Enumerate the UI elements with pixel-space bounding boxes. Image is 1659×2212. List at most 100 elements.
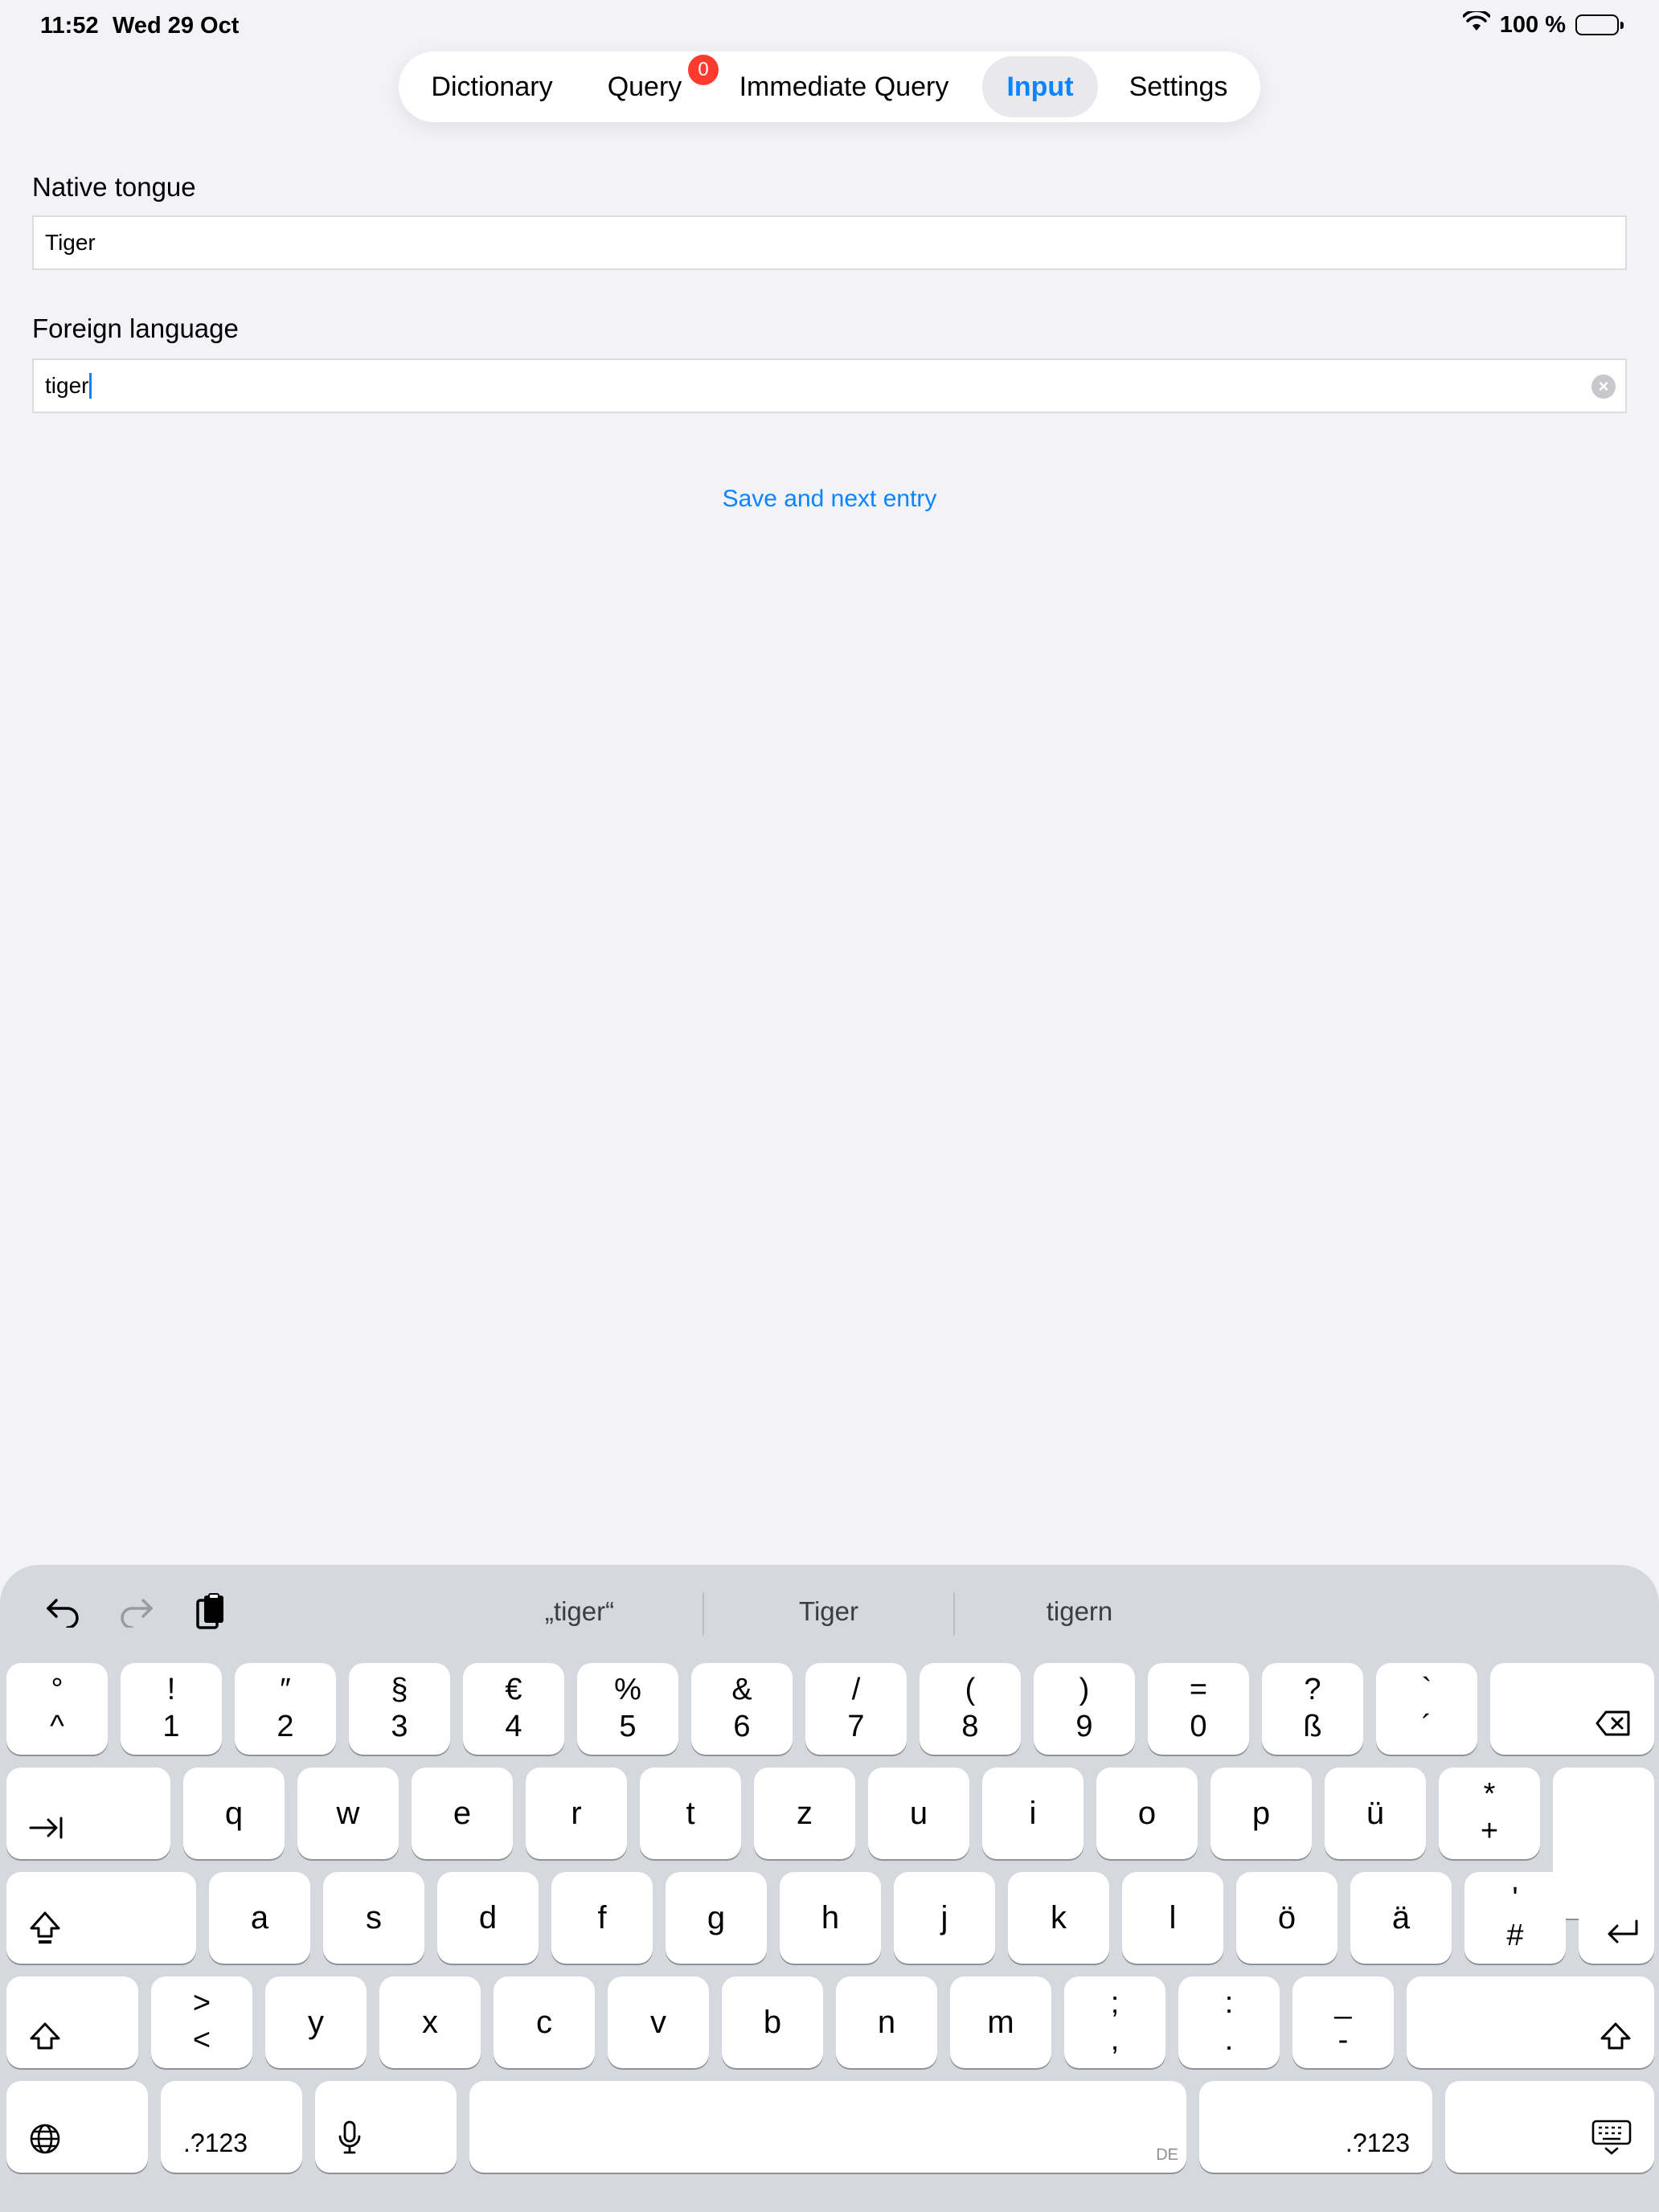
key-u-umlaut[interactable]: ü: [1325, 1768, 1426, 1859]
keyboard-toolbar: „tiger“ Tiger tigern: [0, 1565, 1659, 1658]
native-tongue-input[interactable]: Tiger: [32, 215, 1627, 270]
dictation-key[interactable]: [315, 2081, 457, 2173]
key-e[interactable]: e: [412, 1768, 513, 1859]
caps-lock-icon: [29, 1911, 61, 1946]
save-and-next-button[interactable]: Save and next entry: [0, 485, 1659, 513]
return-icon: [1604, 1919, 1640, 1946]
key-y[interactable]: y: [265, 1976, 367, 2068]
tab-input[interactable]: Input: [982, 56, 1098, 117]
key-n[interactable]: n: [836, 1976, 937, 2068]
return-key[interactable]: [1579, 1872, 1654, 1964]
shift-right-key[interactable]: [1407, 1976, 1654, 2068]
suggestion-1[interactable]: „tiger“: [455, 1589, 704, 1634]
foreign-language-input[interactable]: tiger ×: [32, 358, 1627, 413]
key-4[interactable]: €4: [463, 1663, 564, 1755]
tab-immediate-query[interactable]: Immediate Query: [727, 56, 961, 117]
key-comma[interactable]: ;,: [1064, 1976, 1165, 2068]
numbers-key-left[interactable]: .?123: [161, 2081, 302, 2173]
key-s[interactable]: s: [323, 1872, 424, 1964]
key-j[interactable]: j: [894, 1872, 995, 1964]
redo-icon[interactable]: [113, 1587, 161, 1636]
shift-icon: [1600, 2022, 1632, 2050]
tab-icon: [29, 1814, 64, 1841]
suggestion-3[interactable]: tigern: [955, 1589, 1204, 1634]
shift-left-key[interactable]: [6, 1976, 138, 2068]
key-1[interactable]: ! 1: [121, 1663, 222, 1755]
key-x[interactable]: x: [379, 1976, 481, 2068]
tab-settings[interactable]: Settings: [1114, 56, 1243, 117]
key-b[interactable]: b: [722, 1976, 823, 2068]
space-bar[interactable]: DE: [469, 2081, 1186, 2173]
status-bar: 11:52 Wed 29 Oct 100 %: [0, 0, 1659, 51]
text-caret: [89, 373, 92, 399]
status-time: 11:52: [40, 13, 99, 39]
key-w[interactable]: w: [297, 1768, 399, 1859]
key-r[interactable]: r: [526, 1768, 627, 1859]
key-u[interactable]: u: [868, 1768, 969, 1859]
key-8[interactable]: (8: [920, 1663, 1021, 1755]
delete-icon: [1595, 1710, 1632, 1737]
tab-bar: Dictionary Query 0 Immediate Query Input…: [399, 51, 1260, 122]
key-0[interactable]: = 0: [1148, 1663, 1249, 1755]
key-hyphen[interactable]: _ -: [1292, 1976, 1394, 2068]
paste-icon[interactable]: [186, 1587, 235, 1636]
status-date: Wed 29 Oct: [113, 13, 240, 39]
key-c[interactable]: c: [494, 1976, 595, 2068]
key-sharp-s[interactable]: ? ß: [1262, 1663, 1363, 1755]
key-t[interactable]: t: [640, 1768, 741, 1859]
native-tongue-value: Tiger: [45, 230, 96, 255]
undo-icon[interactable]: [39, 1587, 87, 1636]
key-plus[interactable]: * +: [1439, 1768, 1540, 1859]
key-o-umlaut[interactable]: ö: [1236, 1872, 1337, 1964]
wifi-icon: [1462, 9, 1491, 39]
key-less-than[interactable]: > <: [151, 1976, 252, 2068]
key-i[interactable]: i: [982, 1768, 1083, 1859]
key-v[interactable]: v: [608, 1976, 709, 2068]
numbers-key-right[interactable]: .?123: [1199, 2081, 1432, 2173]
key-k[interactable]: k: [1008, 1872, 1109, 1964]
key-caret[interactable]: ° ^: [6, 1663, 108, 1755]
key-q[interactable]: q: [183, 1768, 285, 1859]
key-g[interactable]: g: [666, 1872, 767, 1964]
keyboard: „tiger“ Tiger tigern ° ^ ! 1 ″ 2 § 3 €4 % 5 &…: [0, 1565, 1659, 2212]
status-indicators: 100 %: [1462, 9, 1624, 39]
key-l[interactable]: l: [1122, 1872, 1223, 1964]
tab-dictionary[interactable]: Dictionary: [416, 56, 567, 117]
key-5[interactable]: % 5: [577, 1663, 678, 1755]
key-accent[interactable]: ` ´: [1376, 1663, 1477, 1755]
key-d[interactable]: d: [437, 1872, 539, 1964]
clear-icon[interactable]: ×: [1591, 375, 1616, 399]
keyboard-dismiss-key[interactable]: [1445, 2081, 1654, 2173]
foreign-language-label: Foreign language: [32, 313, 239, 343]
globe-key[interactable]: [6, 2081, 148, 2173]
key-6[interactable]: & 6: [691, 1663, 793, 1755]
key-a[interactable]: a: [209, 1872, 310, 1964]
keyboard-dismiss-icon: [1591, 2120, 1632, 2155]
key-9[interactable]: ) 9: [1034, 1663, 1135, 1755]
query-badge: 0: [688, 55, 719, 85]
delete-key[interactable]: [1490, 1663, 1654, 1755]
key-7[interactable]: /7: [805, 1663, 907, 1755]
key-period[interactable]: :.: [1178, 1976, 1280, 2068]
battery-icon: [1575, 14, 1624, 35]
key-a-umlaut[interactable]: ä: [1350, 1872, 1452, 1964]
globe-icon: [29, 2123, 61, 2155]
key-m[interactable]: m: [950, 1976, 1051, 2068]
key-o[interactable]: o: [1096, 1768, 1198, 1859]
native-tongue-label: Native tongue: [32, 172, 196, 202]
tab-key[interactable]: [6, 1768, 170, 1859]
key-z[interactable]: z: [754, 1768, 855, 1859]
key-h[interactable]: h: [780, 1872, 881, 1964]
key-hash[interactable]: ' #: [1464, 1872, 1566, 1964]
key-f[interactable]: f: [551, 1872, 653, 1964]
battery-percent: 100 %: [1499, 11, 1566, 38]
key-2[interactable]: ″ 2: [235, 1663, 336, 1755]
microphone-icon: [338, 2120, 362, 2155]
shift-icon: [29, 2022, 61, 2050]
suggestion-2[interactable]: Tiger: [704, 1589, 953, 1634]
foreign-language-value: tiger: [45, 373, 89, 398]
key-p[interactable]: p: [1210, 1768, 1312, 1859]
caps-lock-key[interactable]: [6, 1872, 196, 1964]
tab-query[interactable]: Query: [592, 56, 698, 117]
key-3[interactable]: § 3: [349, 1663, 450, 1755]
